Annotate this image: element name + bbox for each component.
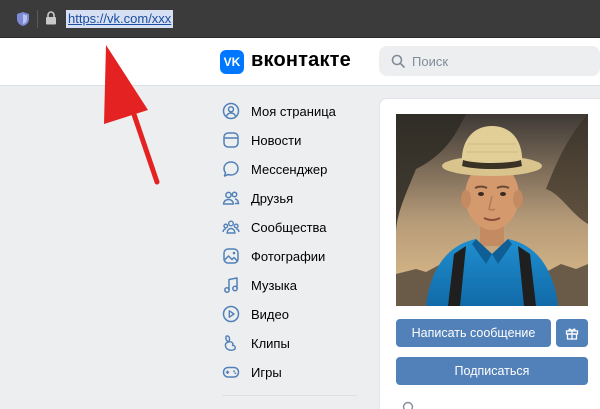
profile-photo[interactable] — [396, 114, 588, 306]
menu-item-video[interactable]: Видео — [218, 300, 368, 329]
menu-item-news[interactable]: Новости — [218, 126, 368, 155]
menu-item-label: Видео — [251, 307, 289, 322]
menu-item-photos[interactable]: Фотографии — [218, 242, 368, 271]
menu-item-my-page[interactable]: Моя страница — [218, 97, 368, 126]
profile-card: Написать сообщение Подписаться — [379, 98, 600, 409]
partial-icon — [402, 401, 414, 409]
menu-item-label: Новости — [251, 133, 302, 148]
gift-icon — [565, 328, 579, 340]
menu-item-label: Фотографии — [251, 249, 326, 264]
menu-item-label: Сообщества — [251, 220, 327, 235]
vk-logo-letters: VK — [223, 55, 241, 69]
brand-name[interactable]: вконтакте — [251, 49, 351, 72]
menu-item-music[interactable]: Музыка — [218, 271, 368, 300]
menu-item-label: Моя страница — [251, 104, 336, 119]
search-icon — [391, 54, 405, 68]
shield-icon[interactable] — [16, 11, 30, 27]
subscribe-button[interactable]: Подписаться — [396, 357, 588, 385]
photos-icon — [223, 248, 239, 264]
menu-item-label: Музыка — [251, 278, 297, 293]
play-circle-icon — [222, 305, 240, 323]
menu-divider — [222, 395, 357, 396]
menu-item-label: Клипы — [251, 336, 290, 351]
profile-photo-image — [396, 114, 588, 306]
clips-icon — [224, 335, 236, 351]
menu-item-clips[interactable]: Клипы — [218, 329, 368, 358]
browser-toolbar: https://vk.com/xxx — [0, 0, 600, 38]
menu-item-label: Игры — [251, 365, 282, 380]
send-message-button[interactable]: Написать сообщение — [396, 319, 551, 347]
menu-item-messenger[interactable]: Мессенджер — [218, 155, 368, 184]
music-note-icon — [224, 277, 238, 293]
lock-icon[interactable] — [45, 11, 57, 25]
address-bar-url[interactable]: https://vk.com/xxx — [66, 10, 174, 28]
gift-button[interactable] — [556, 319, 588, 347]
friends-icon — [222, 191, 240, 205]
message-bubble-icon — [223, 161, 239, 177]
vk-logo[interactable]: VK — [220, 50, 244, 74]
menu-item-label: Мессенджер — [251, 162, 328, 177]
search-input[interactable] — [412, 46, 592, 76]
search-box[interactable] — [379, 46, 600, 76]
menu-item-label: Друзья — [251, 191, 294, 206]
user-circle-icon — [222, 102, 240, 120]
communities-icon — [222, 220, 240, 234]
gamepad-icon — [222, 366, 240, 378]
news-icon — [223, 132, 239, 148]
menu-item-games[interactable]: Игры — [218, 358, 368, 387]
site-header: VK вконтакте — [0, 38, 600, 86]
menu-item-communities[interactable]: Сообщества — [218, 213, 368, 242]
menu-item-friends[interactable]: Друзья — [218, 184, 368, 213]
toolbar-divider — [37, 10, 38, 28]
